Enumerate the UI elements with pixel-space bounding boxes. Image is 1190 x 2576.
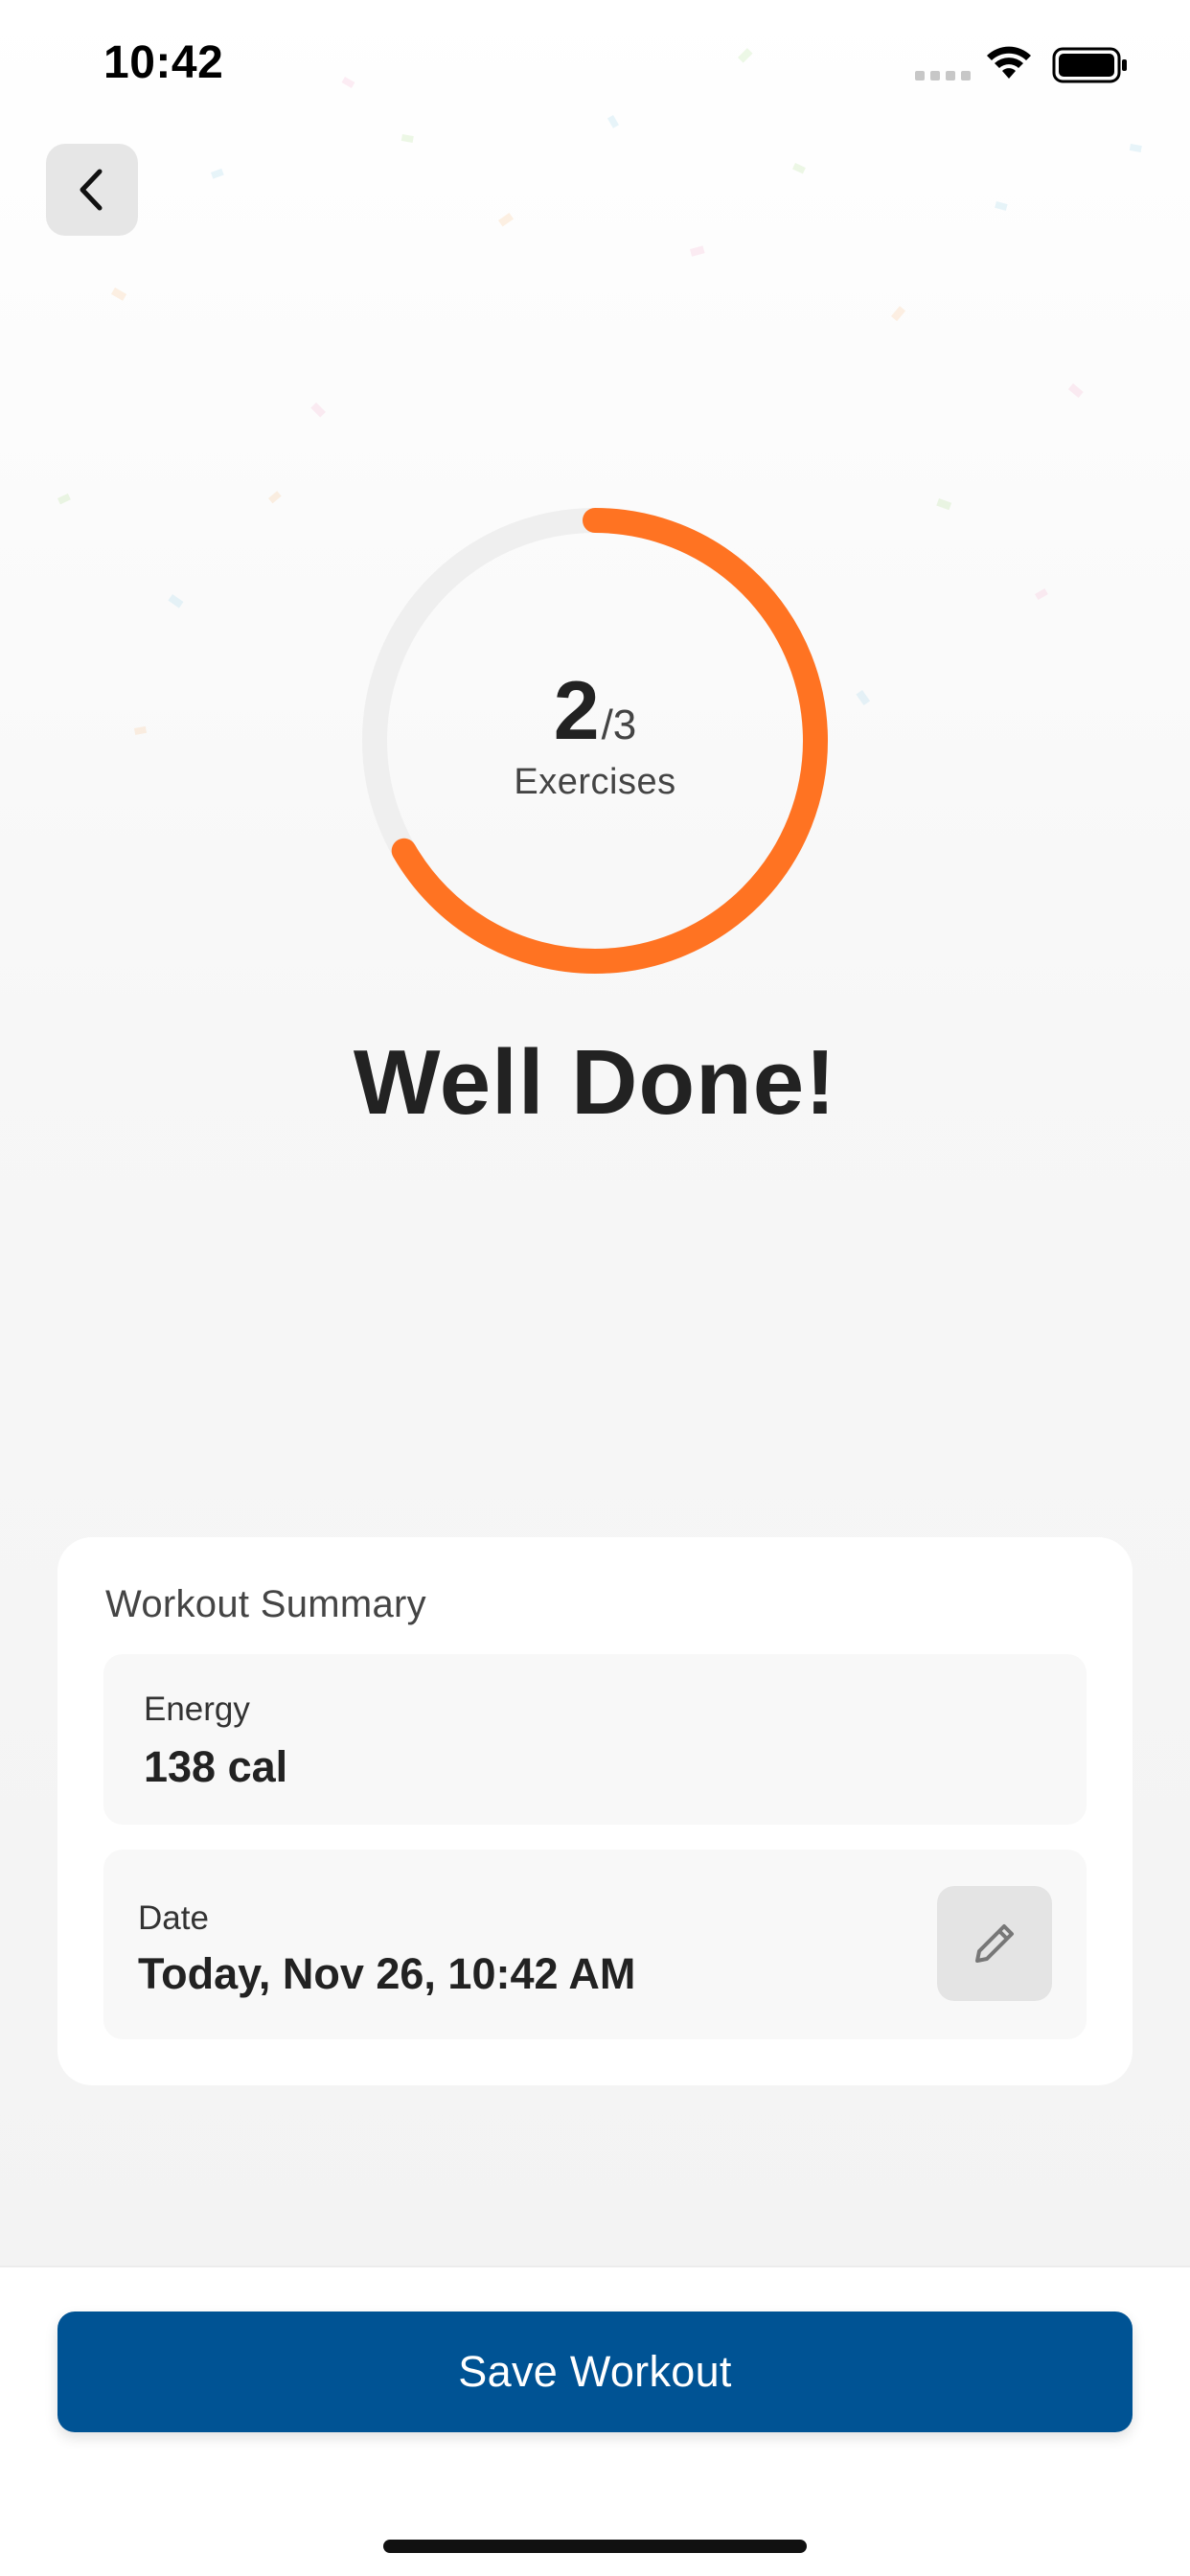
- energy-label: Energy: [144, 1690, 250, 1728]
- progress-ring-center: 2 /3 Exercises: [355, 501, 835, 980]
- workout-summary-card: Workout Summary Energy 138 cal Date Toda…: [57, 1537, 1133, 2085]
- date-label: Date: [138, 1899, 209, 1937]
- battery-icon: [1052, 47, 1127, 83]
- save-workout-button[interactable]: Save Workout: [57, 2312, 1133, 2432]
- status-bar: 10:42: [0, 0, 1190, 134]
- home-indicator: [383, 2540, 807, 2553]
- well-done-heading: Well Done!: [353, 1031, 837, 1134]
- total-count: /3: [601, 701, 637, 748]
- edit-date-button[interactable]: [937, 1886, 1052, 2001]
- energy-value: 138 cal: [144, 1742, 288, 1791]
- summary-title: Workout Summary: [105, 1583, 426, 1625]
- back-button[interactable]: [46, 144, 138, 236]
- date-stat: Date Today, Nov 26, 10:42 AM: [103, 1850, 1087, 2039]
- chevron-left-icon: [80, 169, 103, 211]
- cellular-signal-icon: [915, 71, 971, 80]
- energy-stat: Energy 138 cal: [103, 1654, 1087, 1825]
- completed-count: 2: [553, 664, 600, 757]
- exercise-count: 2 /3: [554, 670, 637, 752]
- exercises-label: Exercises: [514, 761, 676, 802]
- pencil-icon: [975, 1924, 1014, 1963]
- status-time: 10:42: [103, 37, 224, 88]
- bottom-action-bar: Save Workout: [0, 2266, 1190, 2576]
- wifi-icon: [987, 46, 1031, 79]
- exercise-progress-ring: 2 /3 Exercises: [355, 501, 835, 980]
- date-value: Today, Nov 26, 10:42 AM: [138, 1949, 636, 1998]
